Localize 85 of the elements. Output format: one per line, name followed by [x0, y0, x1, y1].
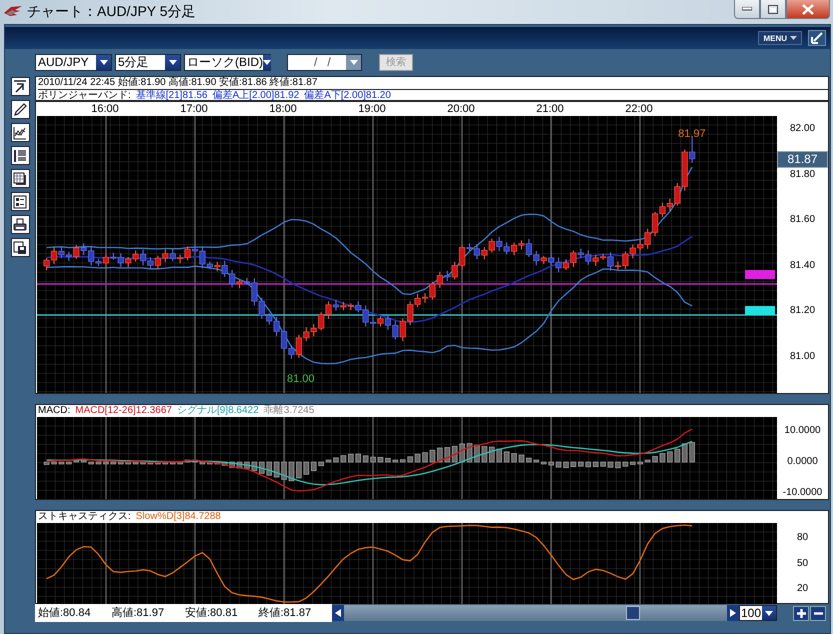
- stochastic-axis-label: 20: [796, 583, 808, 595]
- left-triangle-icon: [335, 609, 341, 617]
- grid-icon: [13, 172, 27, 186]
- close-icon: [802, 4, 814, 14]
- caret-icon: [765, 610, 773, 616]
- printer-icon: [13, 218, 27, 232]
- draw-tool-button[interactable]: [10, 100, 30, 119]
- corner-arrow-icon: [13, 80, 27, 94]
- print-button[interactable]: [10, 215, 30, 234]
- numbers-tool-button[interactable]: [10, 146, 30, 165]
- minimize-icon: [742, 7, 752, 11]
- status-value: 安値:80.81: [185, 606, 239, 621]
- status-value: 終値:81.87: [258, 606, 312, 621]
- time-label: 22:00: [624, 102, 654, 116]
- status-value: 高値:81.97: [112, 606, 166, 621]
- price-label: 82.00: [790, 123, 816, 135]
- price-label: 81.20: [790, 305, 816, 317]
- zoom-dropdown[interactable]: 100: [739, 605, 777, 621]
- scroll-left-button[interactable]: [332, 605, 344, 621]
- slow-d-value: Slow%D[3]84.7288: [136, 511, 221, 523]
- time-label: 19:00: [357, 102, 387, 116]
- macd-axis-label: 10.0000: [784, 425, 821, 437]
- stochastic-title: ストキャスティクス:: [38, 511, 131, 523]
- stochastic-axis-label: 50: [796, 558, 808, 570]
- macd-axis-label: 0.0000: [787, 456, 818, 468]
- close-button[interactable]: [786, 0, 830, 19]
- bollinger-value: 基準線[21]81.56: [136, 90, 208, 101]
- bollinger-label: ボリンジャーバンド:: [38, 90, 131, 101]
- pencil-icon: [13, 102, 27, 116]
- low-price-label: 81.00: [287, 373, 315, 385]
- indicator-tool-button[interactable]: [10, 123, 30, 142]
- maximize-icon: [768, 4, 778, 14]
- table-tool-button[interactable]: [10, 169, 30, 188]
- scroll-right-button[interactable]: [727, 605, 739, 621]
- caret-icon: [350, 60, 358, 64]
- current-price-badge: 81.87: [777, 151, 828, 168]
- caret-icon: [168, 60, 176, 64]
- pointer-tool-button[interactable]: [10, 77, 30, 96]
- minus-icon: [814, 612, 822, 614]
- number-list-icon: [13, 148, 27, 162]
- zoom-out-button[interactable]: [810, 606, 826, 620]
- bollinger-value: 偏差A上[2.00]81.92: [212, 90, 300, 101]
- timeframe-dropdown[interactable]: 5分足: [115, 54, 181, 70]
- price-label: 81.40: [790, 260, 816, 272]
- line-tag: [745, 306, 775, 315]
- window-title: チャート：AUD/JPY 5分足: [27, 3, 196, 21]
- signal-value: シグナル[9]8.6422: [176, 405, 259, 417]
- stochastic-axis-label: 80: [796, 532, 808, 544]
- price-label: 81.60: [790, 214, 816, 226]
- settings-tool-button[interactable]: [10, 192, 30, 211]
- price-label: 81.80: [790, 168, 816, 180]
- scrollbar[interactable]: [332, 605, 739, 621]
- line-chart-icon: [13, 126, 27, 140]
- time-label: 16:00: [90, 102, 120, 116]
- menu-button[interactable]: MENU: [758, 31, 802, 45]
- line-tag: [745, 270, 775, 279]
- high-price-label: 81.97: [678, 128, 706, 140]
- window-save-icon: [13, 240, 27, 254]
- form-icon: [13, 194, 27, 208]
- zoom-in-button[interactable]: [793, 606, 809, 620]
- plus-icon: [796, 608, 806, 618]
- status-value: 始値:80.84: [38, 606, 92, 621]
- time-label: 18:00: [268, 102, 298, 116]
- caret-icon: [263, 60, 271, 64]
- time-label: 17:00: [179, 102, 209, 116]
- price-label: 81.00: [790, 350, 816, 362]
- time-label: 21:00: [535, 102, 565, 116]
- maximize-button[interactable]: [760, 0, 786, 19]
- diagonal-arrow-icon: [811, 32, 823, 44]
- expand-button[interactable]: [808, 30, 826, 46]
- caret-icon: [100, 60, 108, 64]
- divergence-value: 乖離3.7245: [264, 405, 314, 417]
- macd-title: MACD:: [38, 405, 70, 417]
- bollinger-value: 偏差A下[2.00]81.20: [304, 90, 391, 101]
- caret-icon: [790, 36, 797, 40]
- save-tool-button[interactable]: [10, 238, 30, 257]
- ohlc-text: 2010/11/24 22:45 始値:81.90 高値:81.90 安値:81.86 終値:81.87: [38, 77, 318, 88]
- chart-type-dropdown[interactable]: ローソク(BID): [184, 54, 271, 70]
- macd-axis-label: -10.0000: [782, 487, 822, 499]
- currency-pair-dropdown[interactable]: AUD/JPY: [35, 54, 112, 70]
- time-label: 20:00: [446, 102, 476, 116]
- macd-value: MACD[12-26]12.3667: [75, 405, 172, 417]
- minimize-button[interactable]: [734, 0, 760, 19]
- right-triangle-icon: [730, 609, 736, 617]
- scroll-thumb[interactable]: [626, 606, 640, 620]
